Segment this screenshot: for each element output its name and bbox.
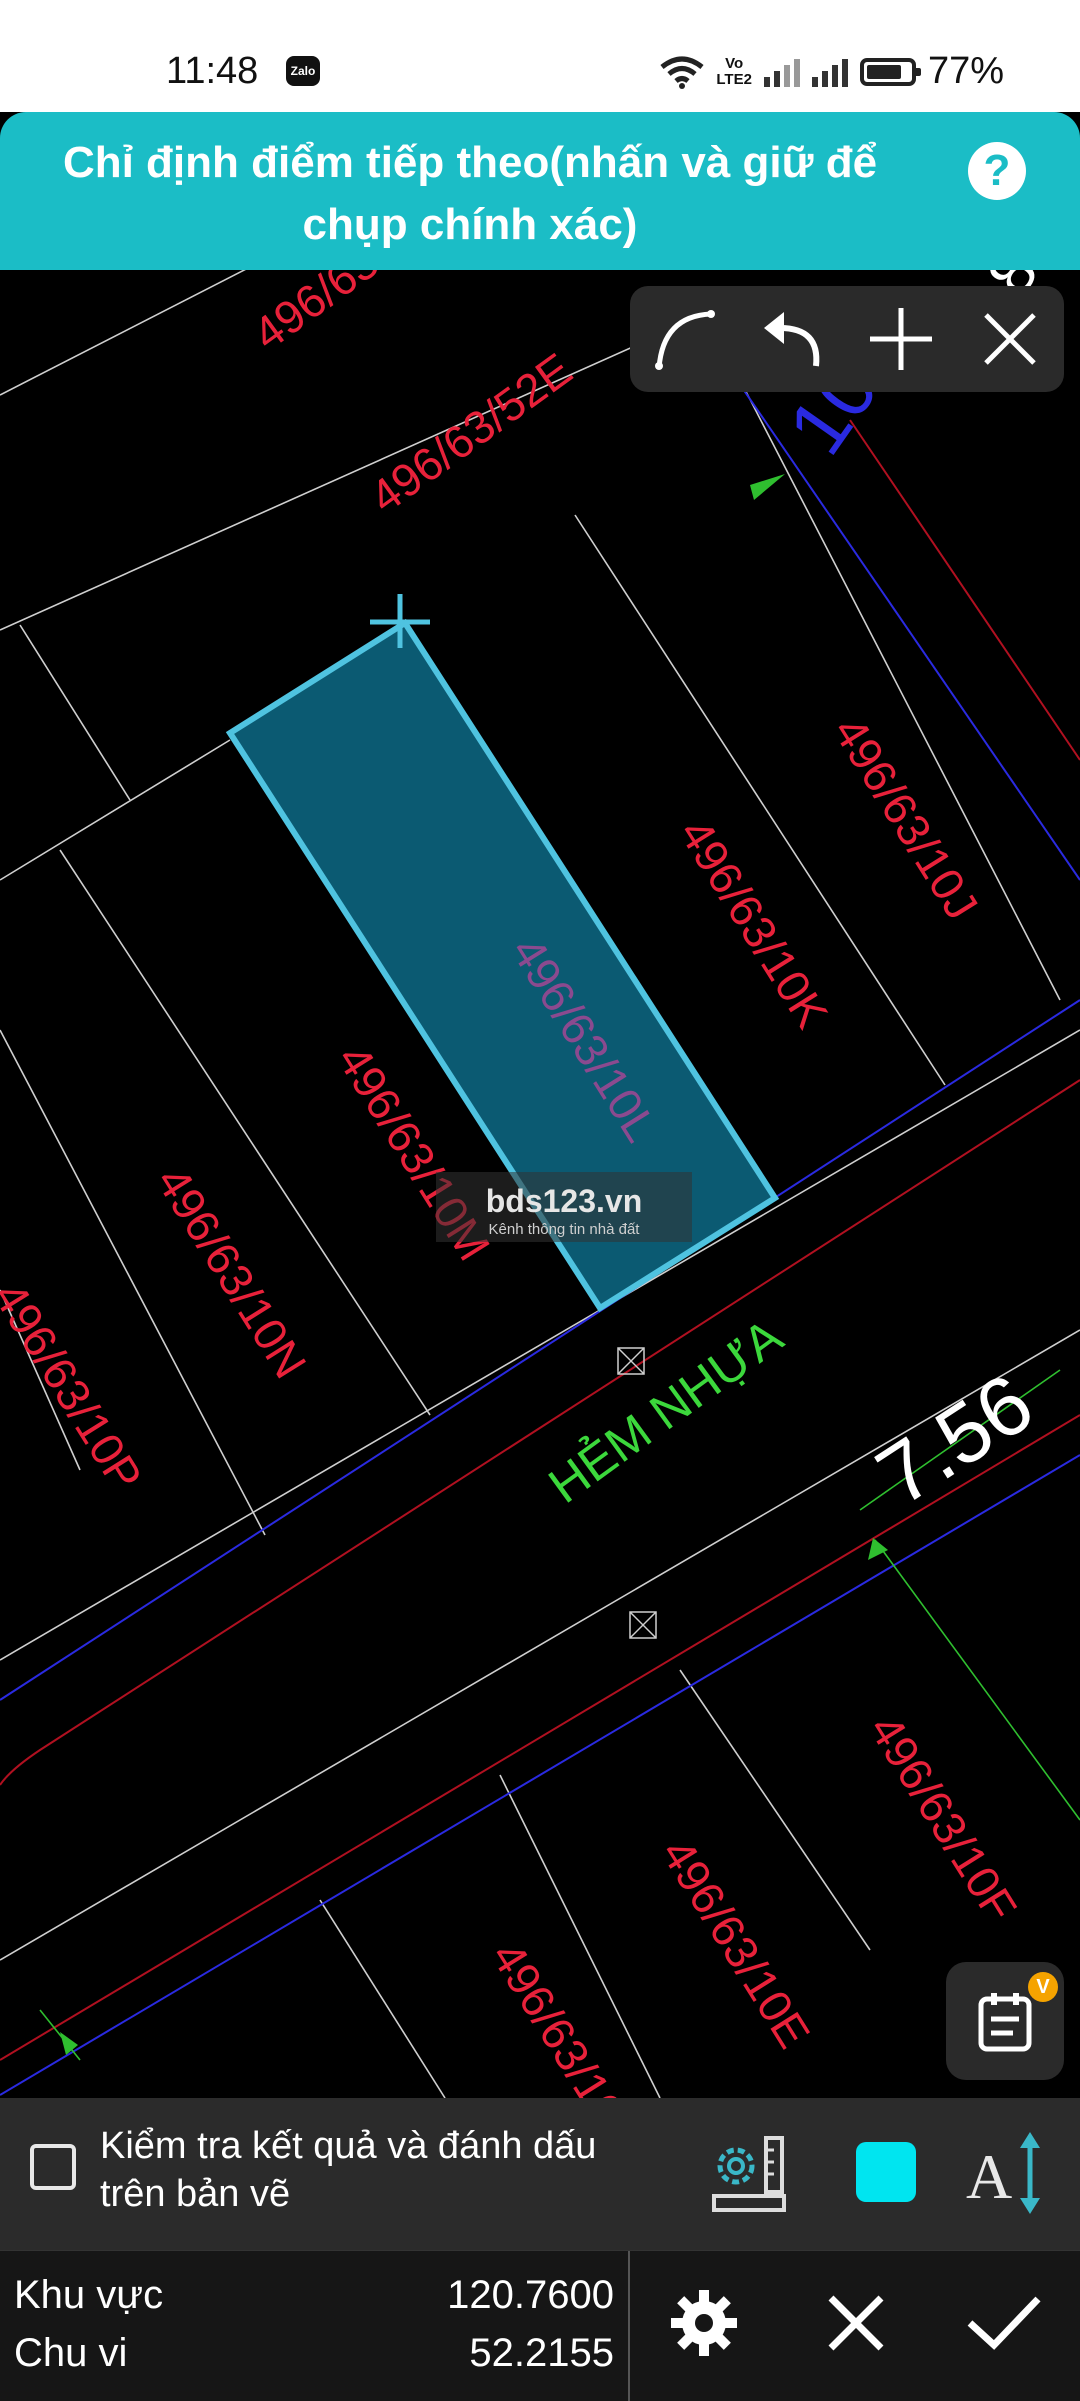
mark-results-label: Kiểm tra kết quả và đánh dấu trên bản vẽ [100, 2125, 597, 2215]
signal-icon-sim1 [763, 57, 800, 87]
close-icon [983, 313, 1036, 365]
settings-button[interactable] [654, 2273, 754, 2373]
svg-text:A: A [966, 2141, 1012, 2212]
lot-label-10f: 496/63/10F [860, 1706, 1027, 1931]
notes-button[interactable]: V [946, 1962, 1064, 2080]
lot-label-10e: 496/63/10E [652, 1830, 821, 2057]
status-time: 11:48 [166, 50, 259, 92]
cad-drawing-canvas[interactable]: 10. 8 496/63/52E 496/63/5 496/63/10J 496… [0, 112, 1080, 2098]
lot-label-10n: 496/63/10N [147, 1158, 317, 1387]
undo-icon [763, 312, 820, 367]
lot-label-10k: 496/63/10K [670, 810, 839, 1037]
perimeter-label: Chu vi [14, 2331, 128, 2375]
green-arrowheads [60, 474, 888, 2055]
lot-label-10p: 496/63/10P [0, 1273, 152, 1500]
metrics-panel: Khu vực 120.7600 Chu vi 52.2155 [0, 2251, 630, 2401]
area-row: Khu vực 120.7600 [14, 2273, 614, 2329]
area-label: Khu vực [14, 2273, 164, 2317]
status-bar: 11:48 Zalo Vo LTE2 77% [0, 0, 1080, 112]
watermark-subtitle: Kênh thông tin nhà đất [489, 1221, 641, 1238]
instruction-banner: Chỉ định điểm tiếp theo(nhấn và giữ để c… [0, 112, 1080, 270]
undo-button[interactable] [750, 296, 836, 382]
results-bar: Khu vực 120.7600 Chu vi 52.2155 [0, 2250, 1080, 2401]
volte-icon: Vo LTE2 [716, 54, 752, 88]
notes-badge: V [1028, 1972, 1058, 2002]
status-indicators: Vo LTE2 77% [660, 50, 1004, 93]
measure-settings-icon[interactable] [708, 2134, 792, 2214]
cancel-button[interactable] [806, 2273, 906, 2373]
cancel-tool-button[interactable] [967, 296, 1053, 382]
watermark-title: bds123.vn [486, 1183, 643, 1219]
perimeter-row: Chu vi 52.2155 [14, 2331, 614, 2387]
help-button[interactable]: ? [968, 142, 1026, 200]
confirm-button[interactable] [954, 2273, 1054, 2373]
close-icon [828, 2295, 884, 2351]
mark-results-checkbox[interactable] [30, 2144, 76, 2190]
lot-label-10j: 496/63/10J [824, 708, 989, 929]
clipboard-icon [978, 1993, 1032, 2052]
battery-percent: 77% [927, 50, 1004, 92]
color-swatch[interactable] [856, 2142, 916, 2202]
watermark: bds123.vn Kênh thông tin nhà đất [436, 1172, 692, 1242]
road-label: HẺM NHỰA [539, 1308, 794, 1514]
text-height-icon[interactable]: A [966, 2128, 1050, 2218]
perimeter-value: 52.2155 [469, 2331, 614, 2375]
area-value: 120.7600 [447, 2273, 614, 2317]
checkmark-icon [967, 2296, 1041, 2350]
zalo-notification-icon: Zalo [286, 56, 320, 86]
road-width-dimension: 7.56 [861, 1355, 1049, 1523]
drawing-toolbar [630, 286, 1064, 392]
lot-label-10d: 496/63/10D [482, 1933, 652, 2098]
lot-label-52e: 496/63/52E [360, 343, 581, 523]
arc-button[interactable] [641, 296, 727, 382]
arc-icon [655, 310, 716, 370]
add-point-button[interactable] [858, 296, 944, 382]
wifi-icon [660, 56, 704, 89]
instruction-text: Chỉ định điểm tiếp theo(nhấn và giữ để c… [62, 138, 878, 249]
gear-icon [671, 2290, 737, 2356]
battery-icon [859, 57, 921, 86]
options-bar: Kiểm tra kết quả và đánh dấu trên bản vẽ… [0, 2098, 1080, 2250]
signal-icon-sim2 [811, 57, 848, 87]
add-icon [870, 308, 933, 370]
